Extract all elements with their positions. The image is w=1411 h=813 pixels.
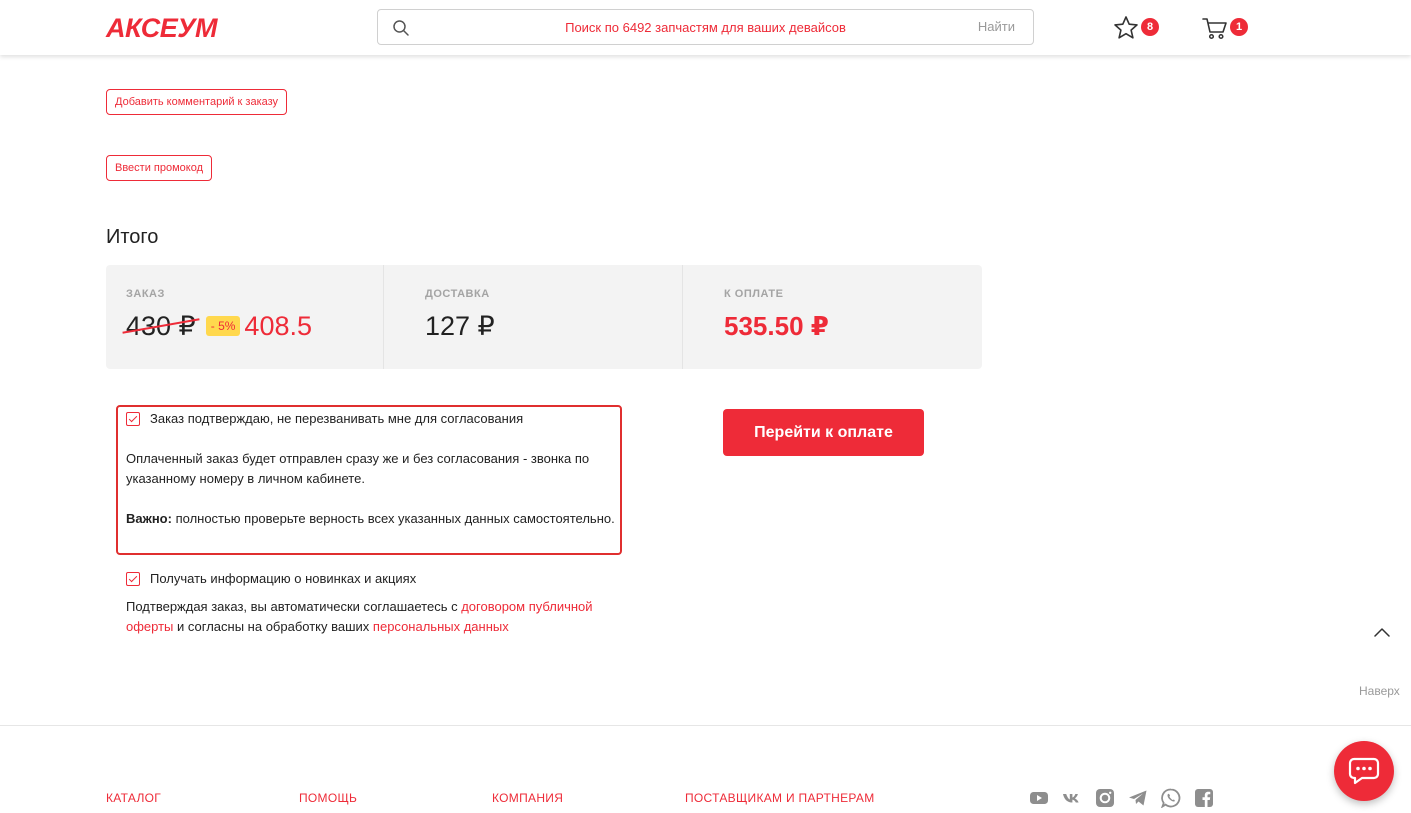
discounted-price: 408.5 xyxy=(244,311,312,341)
summary-delivery-column: ДОСТАВКА 127 ₽ xyxy=(383,265,682,369)
vk-icon[interactable] xyxy=(1062,788,1082,808)
confirm-info: Оплаченный заказ будет отправлен сразу ж… xyxy=(126,451,590,486)
facebook-icon[interactable] xyxy=(1194,788,1214,808)
personal-data-link[interactable]: персональных данных xyxy=(373,619,509,634)
agreement-text: Подтверждая заказ, вы автоматически согл… xyxy=(126,597,626,637)
discount-badge: - 5% xyxy=(205,316,241,336)
site-header: АКСЕУМ Поиск по 6492 запчастям для ваших… xyxy=(0,0,1411,55)
go-to-payment-button[interactable]: Перейти к оплате xyxy=(723,409,924,456)
cart-icon[interactable] xyxy=(1201,14,1229,42)
favorites-count-badge: 8 xyxy=(1141,18,1159,36)
delivery-value: 127 ₽ xyxy=(425,311,495,341)
favorites-star-icon[interactable] xyxy=(1112,14,1140,42)
pay-label: К ОПЛАТЕ xyxy=(724,288,784,300)
chat-button[interactable] xyxy=(1334,741,1394,801)
chevron-up-icon[interactable] xyxy=(1372,622,1392,642)
footer-link-catalog[interactable]: КАТАЛОГ xyxy=(106,791,161,805)
logo[interactable]: АКСЕУМ xyxy=(106,13,218,44)
search-bar[interactable]: Поиск по 6492 запчастям для ваших девайс… xyxy=(377,9,1034,45)
important-label: Важно: xyxy=(126,511,172,526)
footer-link-company[interactable]: КОМПАНИЯ xyxy=(492,791,563,805)
search-button[interactable]: Найти xyxy=(978,19,1015,34)
delivery-label: ДОСТАВКА xyxy=(425,288,490,300)
search-input[interactable]: Поиск по 6492 запчастям для ваших девайс… xyxy=(378,20,1033,35)
promo-code-button[interactable]: Ввести промокод xyxy=(106,155,213,181)
order-label: ЗАКАЗ xyxy=(126,288,165,300)
newsletter-label: Получать информацию о новинках и акциях xyxy=(150,571,417,586)
confirm-important: Важно: полностью проверьте верность всех… xyxy=(126,509,616,529)
summary-order-column: ЗАКАЗ 430 ₽ - 5% 408.5 xyxy=(106,265,383,369)
order-summary: ЗАКАЗ 430 ₽ - 5% 408.5 ДОСТАВКА 127 ₽ К ОП… xyxy=(106,265,982,369)
summary-pay-column: К ОПЛАТЕ 535.50 ₽ xyxy=(682,265,982,369)
important-text: полностью проверьте верность всех указан… xyxy=(171,511,615,526)
summary-title: Итого xyxy=(106,226,159,248)
agreement-middle: и согласны на обработку ваших xyxy=(173,619,373,634)
footer-link-help[interactable]: ПОМОЩЬ xyxy=(299,791,357,805)
order-value: 430 ₽ - 5% 408.5 xyxy=(126,311,312,342)
newsletter-checkbox[interactable] xyxy=(126,572,140,586)
chat-bubble-icon xyxy=(1348,757,1380,785)
confirm-checkbox-label: Заказ подтверждаю, не перезванивать мне … xyxy=(150,411,524,426)
to-top-link[interactable]: Наверх xyxy=(1359,684,1400,698)
footer-link-partners[interactable]: ПОСТАВЩИКАМ И ПАРТНЕРАМ xyxy=(685,791,875,805)
agreement-prefix: Подтверждая заказ, вы автоматически согл… xyxy=(126,599,462,614)
youtube-icon[interactable] xyxy=(1029,788,1049,808)
telegram-icon[interactable] xyxy=(1128,788,1148,808)
confirm-checkbox[interactable] xyxy=(126,412,140,426)
cart-count-badge: 1 xyxy=(1230,18,1248,36)
old-price: 430 ₽ xyxy=(126,311,196,341)
instagram-icon[interactable] xyxy=(1095,788,1115,808)
pay-total: 535.50 ₽ xyxy=(724,311,829,341)
footer-divider xyxy=(0,725,1411,726)
whatsapp-icon[interactable] xyxy=(1161,788,1181,808)
add-comment-button[interactable]: Добавить комментарий к заказу xyxy=(106,89,288,115)
